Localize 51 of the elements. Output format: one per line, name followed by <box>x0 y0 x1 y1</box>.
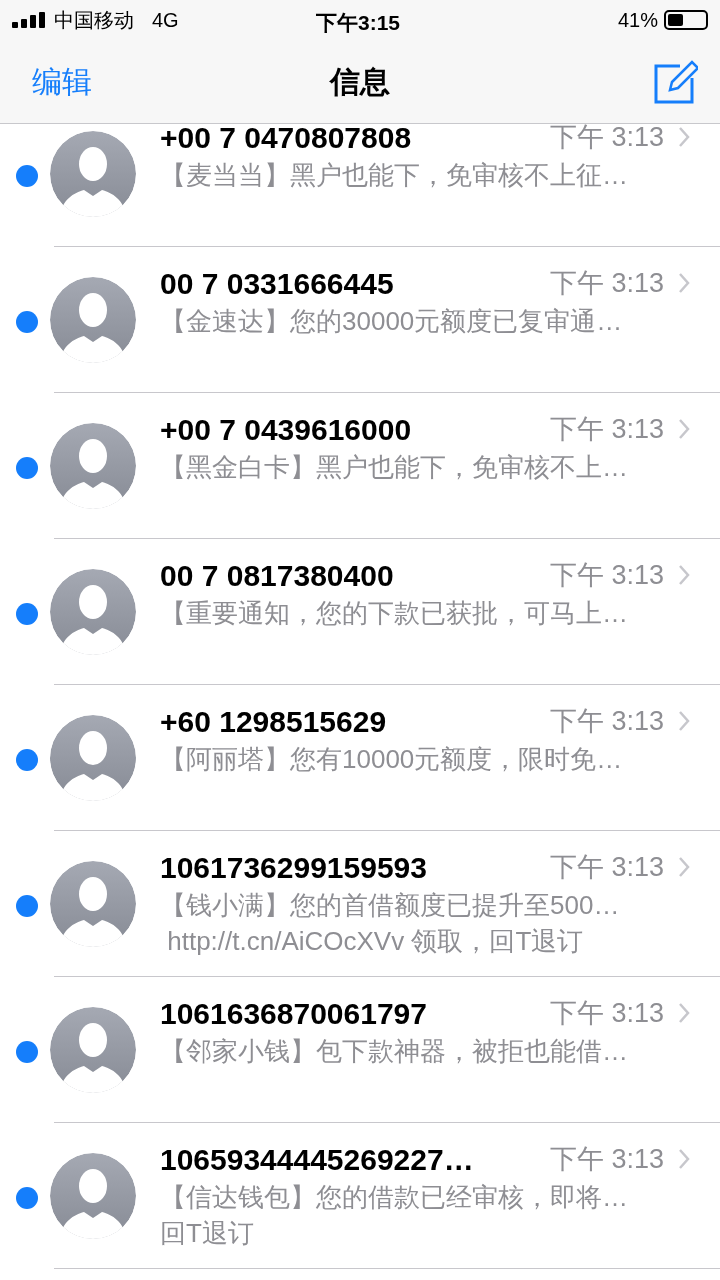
message-preview: 【信达钱包】您的借款已经审核，即将… <box>160 1181 629 1214</box>
message-preview: 【金速达】您的30000元额度已复审通… <box>160 305 624 338</box>
chevron-icon <box>678 710 690 732</box>
avatar-icon <box>50 569 136 655</box>
message-time: 下午 3:13 <box>549 704 664 738</box>
message-preview: 【阿丽塔】您有10000元额度，限时免… <box>160 743 624 776</box>
sender-name: 00 7 0817380400 <box>160 557 394 594</box>
chevron-icon <box>678 1002 690 1024</box>
avatar-icon <box>50 1007 136 1093</box>
chevron-icon <box>678 564 690 586</box>
message-preview: 【钱小满】您的首借额度已提升至500… <box>160 889 621 922</box>
message-preview: http://t.cn/AiCOcXVv 领取，回T退订 <box>166 925 585 958</box>
avatar-icon <box>50 131 136 217</box>
chevron-icon <box>678 272 690 294</box>
avatar-icon <box>50 277 136 363</box>
chevron-icon <box>678 126 690 148</box>
nav-title: 信息 <box>330 64 390 100</box>
sender-name: 10659344445269227… <box>160 1141 474 1178</box>
avatar-icon <box>50 423 136 509</box>
message-preview: 回T退订 <box>160 1217 255 1250</box>
battery-percent: 41% <box>617 8 658 33</box>
sender-name: 1061736299159593 <box>160 849 427 886</box>
message-time: 下午 3:13 <box>549 412 664 446</box>
sender-name: +60 1298515629 <box>160 703 387 740</box>
sender-name: 1061636870061797 <box>160 995 427 1032</box>
avatar-icon <box>50 861 136 947</box>
message-time: 下午 3:13 <box>549 558 664 592</box>
message-time: 下午 3:13 <box>549 1142 664 1176</box>
chevron-icon <box>678 856 690 878</box>
chevron-icon <box>678 1148 690 1170</box>
sender-name: +00 7 0439616000 <box>160 411 412 448</box>
message-time: 下午 3:13 <box>549 996 664 1030</box>
chevron-icon <box>678 418 690 440</box>
avatar-icon <box>50 715 136 801</box>
message-time: 下午 3:13 <box>549 266 664 300</box>
message-time: 下午 3:13 <box>549 850 664 884</box>
message-preview: 【重要通知，您的下款已获批，可马上… <box>160 597 629 630</box>
battery-icon <box>664 10 708 30</box>
avatar-icon <box>50 1153 136 1239</box>
message-time: 下午 3:13 <box>549 124 664 154</box>
message-preview: 【麦当当】黑户也能下，免审核不上征… <box>160 159 629 192</box>
status-time: 下午3:15 <box>316 10 401 36</box>
sender-name: +00 7 0470807808 <box>160 124 412 156</box>
carrier-name: 中国移动 <box>54 8 134 33</box>
signal-icon <box>12 12 48 28</box>
message-preview: 【黑金白卡】黑户也能下，免审核不上… <box>160 451 629 484</box>
sender-name: 00 7 0331666445 <box>160 265 394 302</box>
compose-icon[interactable] <box>654 59 698 104</box>
message-preview: 【邻家小钱】包下款神器，被拒也能借… <box>160 1035 629 1068</box>
edit-button[interactable]: 编辑 <box>32 59 92 104</box>
network-type: 4G <box>152 8 179 33</box>
